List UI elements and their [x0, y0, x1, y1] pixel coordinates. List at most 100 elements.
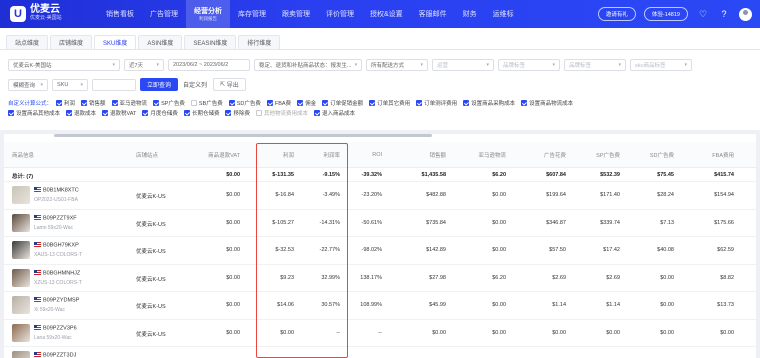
nav-item[interactable]: 跟卖管理: [274, 0, 318, 28]
period-select[interactable]: 近7天 ▾: [124, 59, 164, 71]
invite-button[interactable]: 邀请有礼: [597, 7, 636, 21]
nav-item[interactable]: 库存管理: [230, 0, 274, 28]
asin-cell[interactable]: B0BGH79KXP: [34, 242, 79, 249]
checkbox-label: 设置商品物流成本: [529, 101, 574, 107]
bell-icon[interactable]: ♡: [697, 8, 709, 20]
custom-columns-button[interactable]: 自定义列: [183, 80, 207, 89]
status-select[interactable]: 稳定、退货和补贴商品状态：报发生... ▾: [254, 59, 362, 71]
date-range[interactable]: 2023/06/2 ~ 2023/06/2: [168, 59, 250, 71]
horizontal-scrollbar[interactable]: [4, 133, 756, 138]
product-image[interactable]: [12, 323, 30, 342]
dimension-tab[interactable]: 站点维度: [6, 35, 49, 49]
product-image[interactable]: [12, 351, 30, 358]
ship-mode-select[interactable]: 所有配送方式 ▾: [366, 59, 428, 71]
formula-checkbox[interactable]: 退款税VAT: [102, 109, 136, 117]
column-header-profit[interactable]: 利润: [254, 142, 294, 168]
formula-checkbox[interactable]: 订单促销金额: [322, 99, 363, 107]
table-row[interactable]: B09PZZT3DJ: [4, 347, 756, 358]
formula-checkbox[interactable]: FBA费: [266, 99, 291, 107]
app-logo[interactable]: U 优麦云 优麦云-美国站: [10, 5, 92, 23]
total-sp-fee: $532.39: [600, 172, 620, 178]
column-header-vat[interactable]: 商品退款VAT: [200, 142, 240, 168]
formula-checkbox[interactable]: 订单其它费用: [369, 99, 410, 107]
formula-checkbox[interactable]: SD广告费: [228, 99, 261, 107]
column-header-store[interactable]: 店铺站点: [136, 142, 196, 168]
column-header-ad-fee[interactable]: 广告花费: [524, 142, 566, 168]
table-row[interactable]: B0B1MK8XTC OP2022-US01-FBA 优麦云K-US $0.00 $-1…: [4, 182, 756, 210]
dimension-tab[interactable]: ASIN维度: [138, 35, 183, 49]
nav-item[interactable]: 销售看板: [98, 0, 142, 28]
formula-checkbox[interactable]: 退入商品成本: [313, 109, 355, 117]
column-header-sales[interactable]: 销售额: [404, 142, 446, 168]
avatar[interactable]: [739, 7, 752, 21]
column-header-fba-fee[interactable]: 亚马逊物流: [464, 142, 506, 168]
nav-item[interactable]: 评价管理: [318, 0, 362, 28]
table-row[interactable]: B0BGHMNHJZ XZUS-13 COLORS-T 优麦云K-US $0.00 $9…: [4, 265, 756, 292]
asin-cell[interactable]: B09PZZT3DJ: [34, 352, 76, 358]
brand-tag-select[interactable]: 品牌标签 ▾: [498, 59, 560, 71]
asin-cell[interactable]: B0BGHMNHJZ: [34, 269, 80, 276]
table-row[interactable]: B09PZZV3P6 Lana 59x20-Wac 优麦云K-US $0.00 $0.0…: [4, 320, 756, 347]
column-header-sp-fee[interactable]: SP广告费: [580, 142, 620, 168]
formula-checkbox[interactable]: 设置商品物流成本: [521, 99, 573, 107]
formula-checkbox[interactable]: 佣金: [297, 99, 316, 107]
product-image[interactable]: [12, 296, 30, 314]
checkbox-icon: [255, 110, 262, 116]
column-header-fba[interactable]: FBA费用: [692, 142, 734, 168]
query-field-select[interactable]: SKU ▾: [52, 78, 88, 91]
sku-tag-select[interactable]: sku商品标签 ▾: [630, 59, 692, 71]
store-select[interactable]: 优麦云K-美国站 ▾: [8, 59, 120, 71]
help-icon[interactable]: ?: [718, 8, 730, 20]
product-image[interactable]: [12, 241, 30, 259]
cell-profit-rate: -14.31%: [319, 219, 341, 226]
cell-vat: $0.00: [226, 302, 240, 308]
asin-cell[interactable]: B0B1MK8XTC: [34, 187, 79, 194]
formula-checkbox[interactable]: SB广告费: [190, 99, 223, 107]
operator-select[interactable]: 运营 ▾: [432, 59, 494, 71]
nav-item[interactable]: 财务: [455, 0, 485, 28]
asin-cell[interactable]: B09PZZV3P6: [34, 324, 77, 331]
asin-text: B0BGH79KXP: [43, 242, 79, 249]
query-input[interactable]: [92, 78, 136, 91]
formula-checkbox[interactable]: 销售额: [81, 99, 106, 107]
column-header-profit-rate[interactable]: 利润率: [300, 142, 340, 168]
formula-checkbox[interactable]: 长期仓储费: [183, 109, 219, 117]
brand-tag-select-2[interactable]: 品牌标签 ▾: [564, 59, 626, 71]
formula-checkbox[interactable]: 设置商品其他成本: [8, 109, 60, 117]
search-button[interactable]: 立即查询: [140, 78, 179, 91]
dimension-tab[interactable]: 排行维度: [238, 35, 281, 49]
dimension-tab[interactable]: SKU维度: [94, 35, 137, 49]
nav-item[interactable]: 经营分析 利润报告: [186, 0, 230, 28]
formula-checkbox[interactable]: 退款成本: [66, 109, 96, 117]
formula-checkbox[interactable]: 亚马逊物流: [111, 99, 147, 107]
table-row[interactable]: B09PZZT9XF Lamn 59x20-Wac 优麦云K-US $0.00 $-10…: [4, 210, 756, 237]
formula-checkbox[interactable]: 订单测评费用: [416, 99, 457, 107]
asin-cell[interactable]: B09PZZT9XF: [34, 214, 77, 221]
formula-checkbox[interactable]: SP广告费: [153, 99, 185, 107]
dimension-tab[interactable]: SEASIN维度: [184, 35, 237, 49]
product-image[interactable]: [12, 186, 30, 204]
cell-profit: $-32.53: [275, 247, 294, 253]
column-header-sd-fee[interactable]: SD广告费: [634, 142, 674, 168]
column-header-roi[interactable]: ROI: [342, 142, 382, 168]
scrollbar-thumb[interactable]: [54, 134, 432, 137]
table-row[interactable]: B09PZYDMSP Xi 59x20-Wac 优麦云K-US $0.00 $14.06…: [4, 292, 756, 320]
plan-button[interactable]: 体验-14819: [643, 7, 688, 21]
nav-item[interactable]: 客服邮件: [411, 0, 455, 28]
table-row[interactable]: B0BGH79KXP XAUS-13 COLORS-T 优麦云K-US $0.00 $-…: [4, 237, 756, 265]
nav-item[interactable]: 运维标: [485, 0, 522, 28]
export-button[interactable]: ⇱ 导出: [213, 78, 246, 91]
formula-checkbox[interactable]: 移除费: [225, 109, 250, 117]
product-image[interactable]: [12, 213, 30, 232]
formula-checkbox[interactable]: 利润: [56, 99, 75, 107]
column-header-product[interactable]: 商品信息: [12, 142, 72, 168]
asin-cell[interactable]: B09PZYDMSP: [34, 297, 79, 304]
formula-checkbox[interactable]: 设置商品采购成本: [463, 99, 515, 107]
dimension-tab[interactable]: 店铺维度: [50, 35, 93, 49]
query-type-select[interactable]: 模糊查询 ▾: [8, 78, 48, 91]
nav-item[interactable]: 广告管理: [142, 0, 186, 28]
nav-item[interactable]: 授权&设置: [362, 0, 411, 28]
formula-checkbox[interactable]: 其他物流费用成本: [255, 109, 308, 117]
formula-checkbox[interactable]: 月度仓储费: [142, 109, 178, 117]
product-image[interactable]: [12, 268, 30, 287]
